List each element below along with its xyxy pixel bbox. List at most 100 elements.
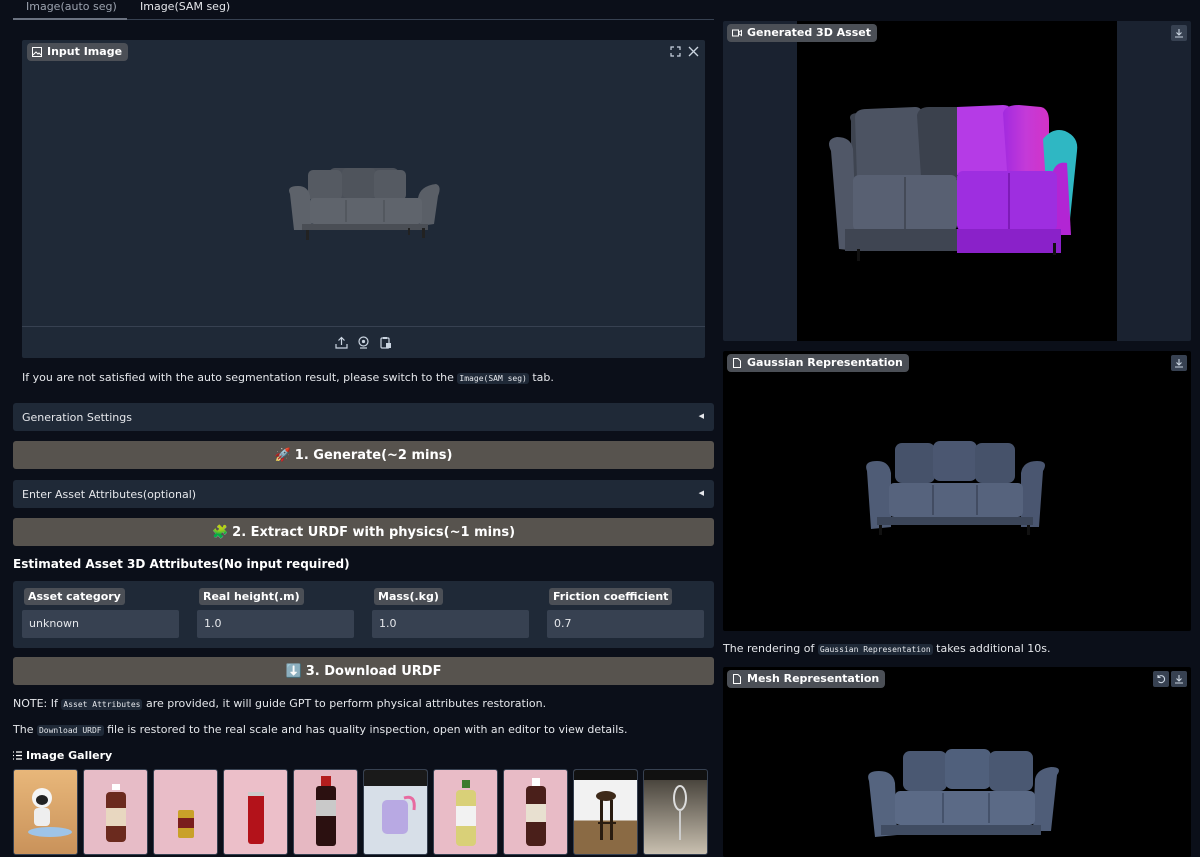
attr-label: Mass(.kg) xyxy=(374,588,443,605)
gaussian-note-text: The rendering of xyxy=(723,642,815,655)
right-column: Generated 3D Asset Gaussian Representati… xyxy=(723,0,1191,857)
sauce-bottle-thumbnail xyxy=(316,776,336,846)
gallery-item[interactable] xyxy=(223,769,288,855)
generate-button-label: 1. Generate(~2 mins) xyxy=(294,447,453,463)
gallery-item[interactable] xyxy=(293,769,358,855)
generate-button[interactable]: 🚀 1. Generate(~2 mins) xyxy=(13,441,714,469)
generated-3d-asset-panel[interactable]: Generated 3D Asset xyxy=(723,21,1191,341)
seg-note-text: If you are not satisfied with the auto s… xyxy=(22,371,454,384)
generated-3d-label-text: Generated 3D Asset xyxy=(747,26,871,39)
whisk-thumbnail xyxy=(644,770,707,840)
asset-attributes-accordion[interactable]: Enter Asset Attributes(optional) ◀ xyxy=(13,480,714,508)
cup-thumbnail xyxy=(364,770,427,834)
note-text: NOTE: If xyxy=(13,697,58,710)
gallery-item[interactable] xyxy=(13,769,78,855)
gaussian-sofa-render xyxy=(866,441,1045,535)
red-can-thumbnail xyxy=(248,792,264,844)
attr-mass: Mass(.kg) 1.0 xyxy=(372,588,529,638)
image-icon xyxy=(32,47,42,57)
note-text-after: are provided, it will guide GPT to perfo… xyxy=(145,697,547,710)
input-image-label: Input Image xyxy=(27,43,129,61)
gaussian-label-text: Gaussian Representation xyxy=(747,356,903,369)
generation-settings-label: Generation Settings xyxy=(22,410,132,424)
attributes-box: Asset category unknown Real height(.m) 1… xyxy=(13,581,714,648)
attr-asset-category: Asset category unknown xyxy=(22,588,179,638)
mass-field[interactable]: 1.0 xyxy=(372,610,529,638)
left-column: Image(auto seg) Image(SAM seg) Input Ima… xyxy=(13,0,714,857)
undo-icon[interactable] xyxy=(1153,671,1169,687)
can-thumbnail xyxy=(178,810,194,838)
generated-3d-video xyxy=(797,21,1117,341)
input-image-label-text: Input Image xyxy=(47,45,123,58)
attr-label: Friction coefficient xyxy=(549,588,673,605)
friction-field[interactable]: 0.7 xyxy=(547,610,704,638)
note-code: Download URDF xyxy=(36,725,104,736)
gallery-item[interactable] xyxy=(83,769,148,855)
fullscreen-icon[interactable] xyxy=(668,44,682,58)
webcam-icon[interactable] xyxy=(357,336,371,350)
input-image-panel[interactable]: Input Image xyxy=(22,40,705,358)
astronaut-thumbnail xyxy=(28,788,72,837)
dark-bottle-thumbnail xyxy=(526,778,546,846)
tab-auto-seg[interactable]: Image(auto seg) xyxy=(13,0,127,20)
real-height-field[interactable]: 1.0 xyxy=(197,610,354,638)
generated-3d-asset-label: Generated 3D Asset xyxy=(727,24,877,42)
seg-note-code: Image(SAM seg) xyxy=(457,373,529,384)
caret-left-icon: ◀ xyxy=(698,412,704,420)
extract-urdf-button[interactable]: 🧩 2. Extract URDF with physics(~1 mins) xyxy=(13,518,714,546)
generation-settings-accordion[interactable]: Generation Settings ◀ xyxy=(13,403,714,431)
attr-label: Real height(.m) xyxy=(199,588,304,605)
close-icon[interactable] xyxy=(686,44,700,58)
sofa-input-image xyxy=(289,168,440,240)
download-icon[interactable] xyxy=(1171,355,1187,371)
gaussian-note-text-after: takes additional 10s. xyxy=(936,642,1051,655)
tab-sam-seg[interactable]: Image(SAM seg) xyxy=(140,0,230,20)
download-icon[interactable] xyxy=(1171,25,1187,41)
gallery-item[interactable] xyxy=(573,769,638,855)
attr-label: Asset category xyxy=(24,588,125,605)
clipboard-icon[interactable] xyxy=(379,336,393,350)
download-arrow-icon: ⬇️ xyxy=(285,663,302,679)
gallery-item[interactable] xyxy=(643,769,708,855)
download-note: The Download URDF file is restored to th… xyxy=(13,723,628,736)
download-urdf-button[interactable]: ⬇️ 3. Download URDF xyxy=(13,657,714,685)
gallery-item[interactable] xyxy=(503,769,568,855)
tea-bottle-thumbnail xyxy=(456,780,476,846)
note-code: Asset Attributes xyxy=(61,699,143,710)
input-image-controls xyxy=(668,44,700,58)
rocket-icon: 🚀 xyxy=(274,447,291,463)
note-text-after: file is restored to the real scale and h… xyxy=(107,723,628,736)
video-icon xyxy=(732,29,742,37)
extract-button-label: 2. Extract URDF with physics(~1 mins) xyxy=(232,524,516,540)
tab-bar: Image(auto seg) Image(SAM seg) xyxy=(13,0,714,20)
asset-attributes-label: Enter Asset Attributes(optional) xyxy=(22,487,197,501)
gallery-title: Image Gallery xyxy=(13,749,112,762)
mesh-label: Mesh Representation xyxy=(727,670,886,688)
seg-note-text-after: tab. xyxy=(532,371,554,384)
segmentation-note: If you are not satisfied with the auto s… xyxy=(22,371,554,384)
note-text: The xyxy=(13,723,34,736)
gallery-item[interactable] xyxy=(153,769,218,855)
file-icon xyxy=(733,674,741,684)
upload-icon[interactable] xyxy=(335,336,349,350)
attr-real-height: Real height(.m) 1.0 xyxy=(197,588,354,638)
estimated-attributes-title: Estimated Asset 3D Attributes(No input r… xyxy=(13,557,350,571)
attr-friction: Friction coefficient 0.7 xyxy=(547,588,704,638)
file-icon xyxy=(733,358,741,368)
gaussian-label: Gaussian Representation xyxy=(727,354,909,372)
gaussian-representation-panel[interactable]: Gaussian Representation xyxy=(723,351,1191,631)
gallery-item[interactable] xyxy=(363,769,428,855)
attributes-note: NOTE: If Asset Attributes are provided, … xyxy=(13,697,546,710)
mesh-representation-panel[interactable]: Mesh Representation xyxy=(723,667,1191,857)
gallery-title-text: Image Gallery xyxy=(26,749,113,762)
gaussian-note: The rendering of Gaussian Representation… xyxy=(723,642,1051,655)
gallery-item[interactable] xyxy=(433,769,498,855)
asset-category-field[interactable]: unknown xyxy=(22,610,179,638)
gaussian-note-code: Gaussian Representation xyxy=(817,644,933,655)
mesh-label-text: Mesh Representation xyxy=(747,672,880,685)
puzzle-icon: 🧩 xyxy=(211,524,229,540)
image-gallery xyxy=(13,769,714,855)
download-icon[interactable] xyxy=(1171,671,1187,687)
list-icon xyxy=(13,751,22,760)
sofa-3d-render xyxy=(829,105,1078,261)
